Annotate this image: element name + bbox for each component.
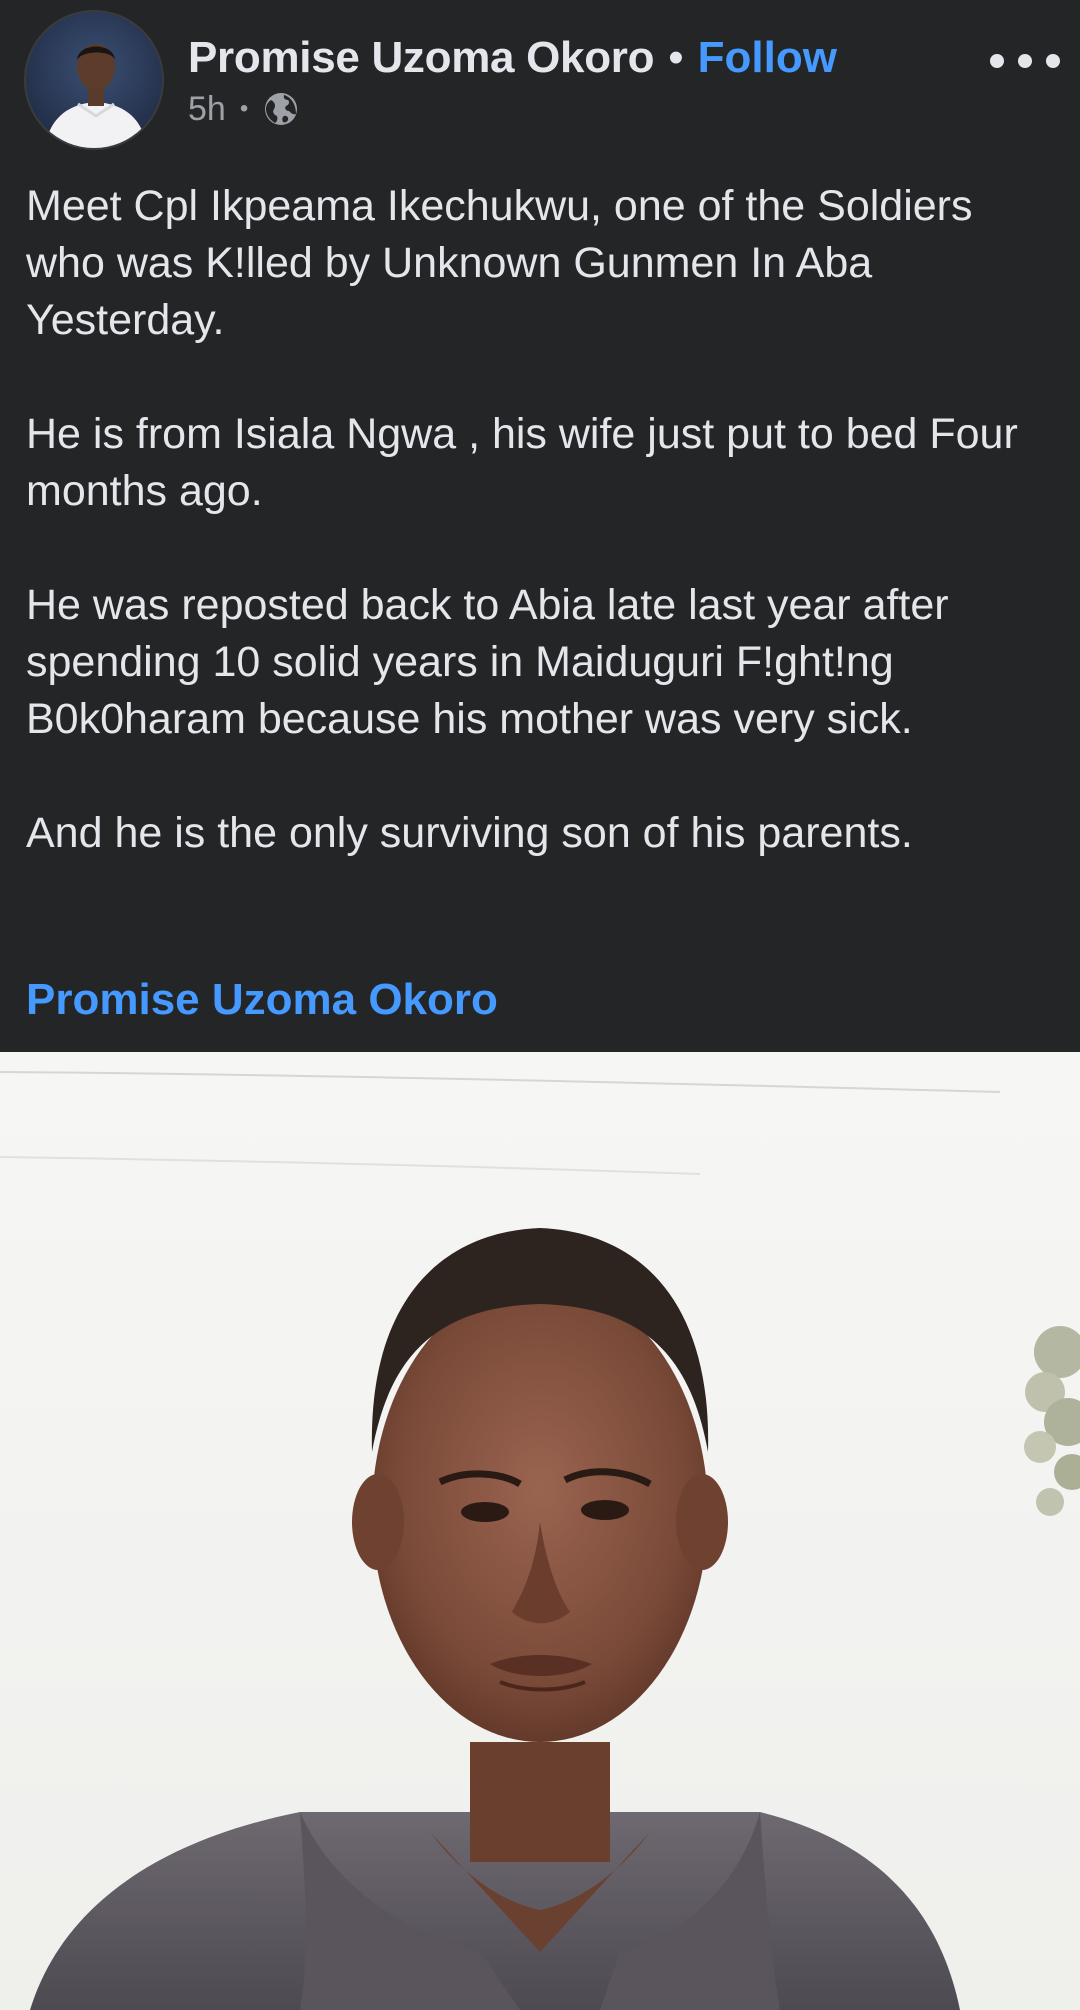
more-dot (1018, 54, 1032, 68)
more-dot (1046, 54, 1060, 68)
photo-image (0, 1052, 1080, 2010)
post-paragraph: He was reposted back to Abia late last y… (26, 581, 949, 743)
tagged-profile-link[interactable]: Promise Uzoma Okoro (26, 975, 498, 1025)
post-card: Promise Uzoma Okoro • Follow 5h • Meet C… (0, 0, 1080, 1052)
post-header: Promise Uzoma Okoro • Follow 5h • (0, 0, 1080, 160)
post-photo[interactable] (0, 1052, 1080, 2010)
post-meta: 5h • (188, 86, 300, 132)
more-dot (990, 54, 1004, 68)
author-name[interactable]: Promise Uzoma Okoro (188, 33, 655, 83)
author-avatar[interactable] (24, 10, 164, 150)
follow-button[interactable]: Follow (698, 33, 837, 83)
post-paragraph: Meet Cpl Ikpeama Ikechukwu, one of the S… (26, 182, 973, 344)
globe-icon[interactable] (262, 90, 300, 128)
separator-dot: • (668, 33, 684, 82)
post-timestamp[interactable]: 5h (188, 90, 226, 129)
avatar-image (26, 12, 162, 148)
meta-separator: • (239, 95, 249, 122)
author-line: Promise Uzoma Okoro • Follow (188, 28, 837, 88)
more-options-icon[interactable] (990, 36, 1060, 86)
post-paragraph: And he is the only surviving son of his … (26, 809, 913, 857)
post-body: Meet Cpl Ikpeama Ikechukwu, one of the S… (26, 178, 1056, 862)
post-paragraph: He is from Isiala Ngwa , his wife just p… (26, 410, 1018, 515)
